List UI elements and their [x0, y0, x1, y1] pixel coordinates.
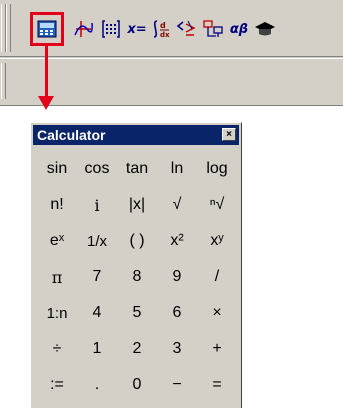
programming-toolbar-button[interactable]	[202, 18, 224, 40]
digit-5-key[interactable]: 5	[117, 297, 157, 329]
range-variable-key[interactable]: 1:n	[37, 297, 77, 329]
calculator-row: n! i |x| √ ⁿ√	[37, 187, 237, 223]
calculator-row: π 7 8 9 /	[37, 259, 237, 295]
close-button[interactable]: ×	[222, 128, 236, 141]
division-key[interactable]: /	[197, 261, 237, 293]
calculator-row: := . 0 − =	[37, 367, 237, 403]
plus-key[interactable]: +	[197, 333, 237, 365]
matrix-icon	[102, 20, 120, 38]
sin-key[interactable]: sin	[37, 153, 77, 185]
pointer-arrow-head	[38, 96, 54, 110]
graph-toolbar-button[interactable]	[72, 18, 94, 40]
calculator-row: eˣ 1/x ( ) x² xʸ	[37, 223, 237, 259]
calculator-row: sin cos tan ln log	[37, 151, 237, 187]
digit-2-key[interactable]: 2	[117, 333, 157, 365]
secondary-toolbar-grip[interactable]	[1, 63, 6, 99]
calculator-title: Calculator	[37, 127, 106, 143]
absolute-value-key[interactable]: |x|	[117, 189, 157, 221]
greek-toolbar-button[interactable]: αβ	[228, 18, 250, 40]
programming-icon	[203, 20, 223, 37]
digit-6-key[interactable]: 6	[157, 297, 197, 329]
calculator-title-bar[interactable]: Calculator ×	[33, 125, 239, 145]
parentheses-key[interactable]: ( )	[117, 225, 157, 257]
calculator-palette: Calculator × sin cos tan ln log n! i |x|…	[30, 122, 242, 408]
pointer-arrow-line	[45, 46, 48, 98]
calculator-highlight-box	[30, 12, 64, 46]
square-key[interactable]: x²	[157, 225, 197, 257]
calculator-row: ÷ 1 2 3 +	[37, 331, 237, 367]
definition-key[interactable]: :=	[37, 369, 77, 401]
symbolic-toolbar-button[interactable]	[254, 18, 276, 40]
math-toolbar-row: x= d dx αβ	[0, 0, 343, 57]
matrix-toolbar-button[interactable]	[100, 18, 122, 40]
evaluation-toolbar-button[interactable]: x=	[126, 18, 148, 40]
digit-7-key[interactable]: 7	[77, 261, 117, 293]
square-root-key[interactable]: √	[157, 189, 197, 221]
digit-0-key[interactable]: 0	[117, 369, 157, 401]
close-icon: ×	[226, 129, 232, 140]
calculus-toolbar-button[interactable]: d dx	[150, 18, 172, 40]
math-toolbar: x= d dx αβ	[0, 0, 343, 106]
tan-key[interactable]: tan	[117, 153, 157, 185]
minus-key[interactable]: −	[157, 369, 197, 401]
calculator-key-grid: sin cos tan ln log n! i |x| √ ⁿ√ eˣ 1/x …	[37, 151, 237, 403]
factorial-key[interactable]: n!	[37, 189, 77, 221]
inline-division-key[interactable]: ÷	[37, 333, 77, 365]
reciprocal-key[interactable]: 1/x	[77, 225, 117, 257]
exponential-key[interactable]: eˣ	[37, 225, 77, 257]
greek-icon: αβ	[229, 21, 249, 37]
svg-text:d: d	[160, 21, 166, 30]
ln-key[interactable]: ln	[157, 153, 197, 185]
decimal-point-key[interactable]: .	[77, 369, 117, 401]
boolean-toolbar-button[interactable]	[176, 18, 198, 40]
toolbar-grip-secondary[interactable]	[6, 4, 11, 52]
svg-text:dx: dx	[160, 31, 170, 39]
imaginary-key[interactable]: i	[77, 189, 117, 221]
digit-4-key[interactable]: 4	[77, 297, 117, 329]
evaluate-key[interactable]: =	[197, 369, 237, 401]
cos-key[interactable]: cos	[77, 153, 117, 185]
multiply-key[interactable]: ×	[197, 297, 237, 329]
graph-icon	[74, 21, 93, 37]
nth-root-key[interactable]: ⁿ√	[197, 189, 237, 221]
evaluation-icon: x=	[127, 21, 147, 37]
graduation-cap-icon	[255, 22, 275, 36]
digit-9-key[interactable]: 9	[157, 261, 197, 293]
log-key[interactable]: log	[197, 153, 237, 185]
power-key[interactable]: xʸ	[197, 225, 237, 257]
digit-8-key[interactable]: 8	[117, 261, 157, 293]
digit-3-key[interactable]: 3	[157, 333, 197, 365]
boolean-icon	[176, 20, 196, 36]
calculator-row: 1:n 4 5 6 ×	[37, 295, 237, 331]
pi-key[interactable]: π	[37, 261, 77, 293]
digit-1-key[interactable]: 1	[77, 333, 117, 365]
calculus-icon: d dx	[153, 20, 170, 39]
